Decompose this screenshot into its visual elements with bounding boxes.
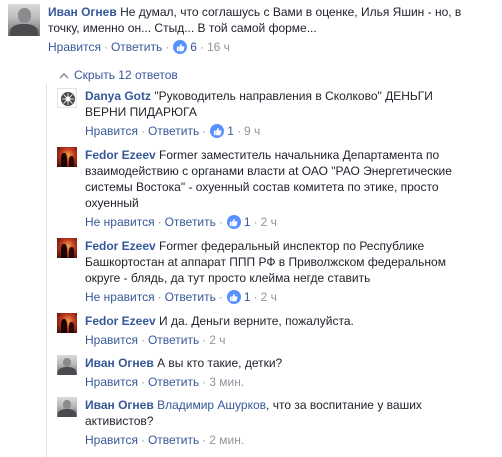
thumbs-up-icon [226,290,241,304]
comment-actions: Нравится · Ответить · 2 ч [85,332,226,348]
reply-button[interactable]: Ответить [165,289,216,305]
like-button[interactable]: Нравится [85,332,138,348]
chevron-up-icon [59,68,69,82]
comment-time[interactable]: 2 ч [261,214,277,230]
hide-replies-label: Скрыть 12 ответов [74,68,178,82]
avatar[interactable] [57,147,77,167]
reply-item: Fedor Ezeev Former заместитель начальник… [57,147,497,230]
comment-author[interactable]: Fedor Ezeev [85,239,156,253]
comment-text-line: округе - блядь, да тут просто клейма нег… [85,271,371,285]
comment-text-line: системы Востока" - охуенный состав комит… [85,180,439,194]
comment-text: , что за воспитание у ваших [266,398,422,412]
thumbs-up-icon [173,40,188,54]
comment-text-line: взаимодействию с органами власти at ОАО … [85,164,452,178]
comment-actions: Не нравится · Ответить · 1 · 2 ч [85,289,277,305]
like-button[interactable]: Нравится [85,123,138,139]
like-button[interactable]: Нравится [85,374,138,390]
comment-text: И да. Деньги верните, пожалуйста. [159,314,354,328]
mention-link[interactable]: Владимир Ашурков [157,398,266,412]
reply-thread-line [46,84,47,457]
reply-item: Fedor Ezeev И да. Деньги верните, пожалу… [57,313,497,348]
comment-actions: Нравится · Ответить · 2 мин. [85,432,245,448]
comment-actions: Нравится · Ответить · 3 мин. [85,374,245,390]
comment-author[interactable]: Fedor Ezeev [85,314,156,328]
comment-actions: Нравится · Ответить · 1 · 9 ч [85,123,261,139]
like-button[interactable]: Нравится [48,39,101,55]
avatar[interactable] [57,313,77,333]
comment-text-line: активистов? [85,414,154,428]
avatar[interactable] [57,355,77,375]
reply-item: Иван Огнев А вы кто такие, детки? Нравит… [57,355,497,390]
like-count[interactable]: 6 [173,39,197,55]
comment-thread: Иван Огнев Не думал, что соглашусь с Вам… [0,0,502,457]
like-count[interactable]: 1 [210,123,234,139]
comment-time[interactable]: 2 мин. [209,432,244,448]
comment-author[interactable]: Danya Gotz [85,89,151,103]
comment-text: Former федеральный инспектор по Республи… [159,239,425,253]
thumbs-up-icon [226,215,241,229]
reply-button[interactable]: Ответить [148,123,199,139]
comment-author[interactable]: Иван Огнев [85,356,154,370]
comment-text: "Руководитель направления в Сколково" ДЕ… [154,89,433,103]
like-button[interactable]: Не нравится [85,214,155,230]
avatar[interactable] [57,88,77,108]
comment-time[interactable]: 3 мин. [209,374,244,390]
thumbs-up-icon [210,124,225,138]
comment-author[interactable]: Иван Огнев [48,5,117,19]
avatar[interactable] [57,238,77,258]
reply-button[interactable]: Ответить [148,432,199,448]
comment-text: Не думал, что соглашусь с Вами в оценке,… [120,5,462,19]
reply-button[interactable]: Ответить [165,214,216,230]
comment-author[interactable]: Иван Огнев [85,398,154,412]
comment-author[interactable]: Fedor Ezeev [85,148,156,162]
reply-item: Иван Огнев Владимир Ашурков, что за восп… [57,397,497,448]
like-button[interactable]: Нравится [85,432,138,448]
reply-button[interactable]: Ответить [148,374,199,390]
like-count[interactable]: 1 [226,214,251,230]
like-button[interactable]: Не нравится [85,289,155,305]
reply-item: Danya Gotz "Руководитель направления в С… [57,88,497,139]
reply-button[interactable]: Ответить [111,39,162,55]
comment-actions: Нравится · Ответить · 6 · 16 ч [48,39,230,55]
comment-time[interactable]: 2 ч [209,332,225,348]
comment-time[interactable]: 2 ч [261,289,277,305]
comment-text-line: точку, именно он... Стыд... В той самой … [48,21,317,35]
hide-replies-link[interactable]: Скрыть 12 ответов [59,68,178,82]
comment-actions: Не нравится · Ответить · 1 · 2 ч [85,214,277,230]
comment-time[interactable]: 9 ч [244,123,260,139]
comment-text-line: ВЕРНИ ПИДАРЮГА [85,105,197,119]
like-count[interactable]: 1 [226,289,251,305]
avatar[interactable] [57,397,77,417]
comment-text-line: охуенный [85,196,139,210]
avatar[interactable] [8,4,40,36]
comment-time[interactable]: 16 ч [207,39,230,55]
comment-top: Иван Огнев Не думал, что соглашусь с Вам… [8,4,498,55]
reply-item: Fedor Ezeev Former федеральный инспектор… [57,238,497,305]
comment-text: А вы кто такие, детки? [157,356,283,370]
reply-button[interactable]: Ответить [148,332,199,348]
comment-text-line: Башкортостан at аппарат ППП РФ в Приволж… [85,255,446,269]
comment-text: Former заместитель начальника Департамен… [159,148,440,162]
